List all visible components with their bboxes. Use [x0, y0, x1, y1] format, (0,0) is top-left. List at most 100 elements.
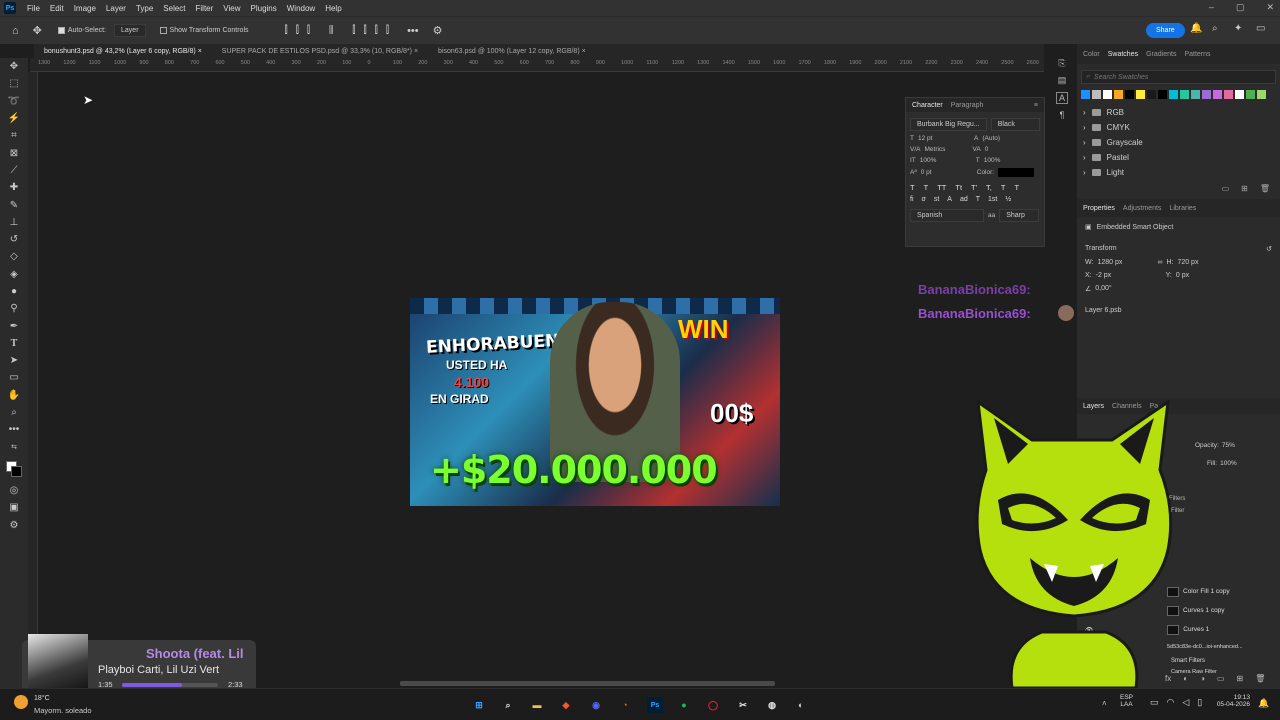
zoom-tool-icon[interactable]: ⌕: [0, 404, 28, 421]
move-tool-icon[interactable]: ✥: [33, 24, 42, 37]
swatch-chip[interactable]: [1103, 90, 1112, 99]
tab-libraries[interactable]: Libraries: [1167, 205, 1198, 212]
menu-layer[interactable]: Layer: [101, 4, 131, 13]
subscript-button[interactable]: T,: [986, 183, 992, 192]
tab-color[interactable]: Color: [1081, 51, 1102, 58]
baseline-field[interactable]: 0 pt: [921, 169, 973, 176]
obs-icon[interactable]: ◍: [764, 697, 780, 713]
faux-bold-button[interactable]: T: [910, 183, 915, 192]
swatch-chip[interactable]: [1147, 90, 1156, 99]
strikethrough-button[interactable]: T: [1014, 183, 1019, 192]
swatch-chip[interactable]: [1191, 90, 1200, 99]
search-icon[interactable]: ⌕: [500, 697, 516, 713]
vscale-field[interactable]: 100%: [920, 157, 972, 164]
spotify-icon[interactable]: ●: [676, 697, 692, 713]
maximize-icon[interactable]: ▢: [1236, 2, 1245, 13]
quick-mask-icon[interactable]: ◎: [0, 482, 28, 499]
tracking-field[interactable]: 0: [985, 146, 989, 153]
rectangle-tool-icon[interactable]: ▭: [0, 369, 28, 386]
tab-paragraph[interactable]: Paragraph: [949, 102, 986, 109]
swatch-chip[interactable]: [1081, 90, 1090, 99]
menu-view[interactable]: View: [218, 4, 245, 13]
angle-field[interactable]: 0,00°: [1095, 285, 1111, 293]
link-icon[interactable]: ∞: [1157, 259, 1162, 266]
tab-bison63[interactable]: bison63.psd @ 100% (Layer 12 copy, RGB/8…: [428, 48, 596, 55]
healing-brush-icon[interactable]: ✚: [0, 179, 28, 196]
menu-plugins[interactable]: Plugins: [246, 4, 282, 13]
swatch-chip[interactable]: [1114, 90, 1123, 99]
bell-icon[interactable]: 🔔: [1190, 23, 1202, 34]
swatch-chip[interactable]: [1213, 90, 1222, 99]
thumbnail-image[interactable]: ENHORABUENA USTED HA 4.100 EN GIRAD WIN …: [410, 298, 780, 506]
file-explorer-icon[interactable]: ▬: [529, 697, 545, 713]
frame-tool-icon[interactable]: ⊠: [0, 144, 28, 161]
reset-icon[interactable]: ↺: [1266, 245, 1272, 253]
menu-filter[interactable]: Filter: [191, 4, 219, 13]
leading-field[interactable]: (Auto): [982, 135, 1000, 142]
wifi-icon[interactable]: ◠: [1167, 697, 1175, 708]
antialias-dropdown[interactable]: Sharp: [999, 209, 1040, 222]
ligatures-button[interactable]: fi: [910, 196, 914, 203]
tab-adjustments[interactable]: Adjustments: [1121, 205, 1164, 212]
swatch-folder[interactable]: › RGB: [1077, 105, 1280, 120]
capcut-icon[interactable]: ✂: [735, 697, 751, 713]
history-icon[interactable]: ⎘: [1058, 58, 1065, 69]
color-swatch[interactable]: [998, 168, 1035, 177]
menu-select[interactable]: Select: [158, 4, 190, 13]
font-size-field[interactable]: 12 pt: [918, 135, 970, 142]
swatch-chip[interactable]: [1136, 90, 1145, 99]
eyedropper-icon[interactable]: ⟋: [0, 162, 28, 179]
gear-icon[interactable]: ⚙: [433, 24, 443, 37]
extra-tool-icon[interactable]: ⚙: [0, 516, 28, 533]
share-button[interactable]: Share: [1146, 23, 1185, 38]
brush-tool-icon[interactable]: ✎: [0, 196, 28, 213]
swatch-folder[interactable]: › Light: [1077, 165, 1280, 180]
contextual-button[interactable]: σ: [922, 196, 926, 203]
swatch-chip[interactable]: [1224, 90, 1233, 99]
swatch-chip[interactable]: [1158, 90, 1167, 99]
menu-edit[interactable]: Edit: [45, 4, 69, 13]
weather-icon[interactable]: [14, 695, 28, 709]
new-group-icon[interactable]: ▭: [1222, 184, 1230, 193]
stamp-tool-icon[interactable]: ⊥: [0, 214, 28, 231]
paint-bucket-icon[interactable]: ◈: [0, 266, 28, 283]
display-icon[interactable]: ▭: [1150, 697, 1159, 708]
history-brush-icon[interactable]: ↺: [0, 231, 28, 248]
battery-icon[interactable]: ▯: [1197, 697, 1202, 708]
titling-button[interactable]: T: [976, 196, 980, 203]
hand-tool-icon[interactable]: ✋: [0, 387, 28, 404]
paragraph-icon[interactable]: ¶: [1060, 110, 1065, 120]
type-tool-icon[interactable]: T: [0, 335, 28, 352]
fill-field[interactable]: 100%: [1220, 460, 1237, 467]
opacity-field[interactable]: 75%: [1222, 442, 1235, 449]
menu-help[interactable]: Help: [320, 4, 346, 13]
tab-super-pack[interactable]: SUPER PACK DE ESTILOS PSD.psd @ 33,3% (1…: [212, 48, 428, 55]
new-swatch-icon[interactable]: ⊞: [1241, 184, 1248, 193]
tray-chevron-icon[interactable]: ˄: [1102, 699, 1107, 708]
close-tab-icon[interactable]: ×: [414, 48, 418, 55]
panel-menu-icon[interactable]: ≡: [1032, 102, 1040, 109]
blender-icon[interactable]: ◔: [617, 697, 633, 713]
discord-icon[interactable]: ◉: [588, 697, 604, 713]
new-layer-icon[interactable]: ⊞: [1236, 674, 1243, 683]
stylistic-button[interactable]: ad: [960, 196, 968, 203]
kerning-field[interactable]: Metrics: [924, 146, 968, 153]
move-tool-icon[interactable]: ✥: [0, 58, 28, 75]
photoshop-icon[interactable]: Ps: [647, 697, 663, 713]
crop-tool-icon[interactable]: ⌗: [0, 127, 28, 144]
language-dropdown[interactable]: Spanish: [910, 209, 984, 222]
comments-icon[interactable]: ▤: [1058, 75, 1067, 86]
ordinals-button[interactable]: 1st: [988, 196, 997, 203]
close-tab-icon[interactable]: ×: [582, 48, 586, 55]
y-field[interactable]: 0 px: [1176, 272, 1189, 279]
opera-icon[interactable]: ◯: [705, 697, 721, 713]
tab-swatches[interactable]: Swatches: [1106, 51, 1140, 58]
menu-file[interactable]: File: [22, 4, 45, 13]
align-icons[interactable]: ⫿⫿⫿ ⫼ ⫿⫿⫿⫿: [285, 25, 398, 36]
color-swatches-icon[interactable]: [0, 456, 28, 482]
lasso-tool-icon[interactable]: ➰: [0, 93, 28, 110]
tab-bonushunt3[interactable]: bonushunt3.psd @ 43,2% (Layer 6 copy, RG…: [34, 48, 212, 55]
width-field[interactable]: 1280 px: [1097, 259, 1153, 266]
swatch-chip[interactable]: [1246, 90, 1255, 99]
pen-tool-icon[interactable]: ✒: [0, 317, 28, 334]
